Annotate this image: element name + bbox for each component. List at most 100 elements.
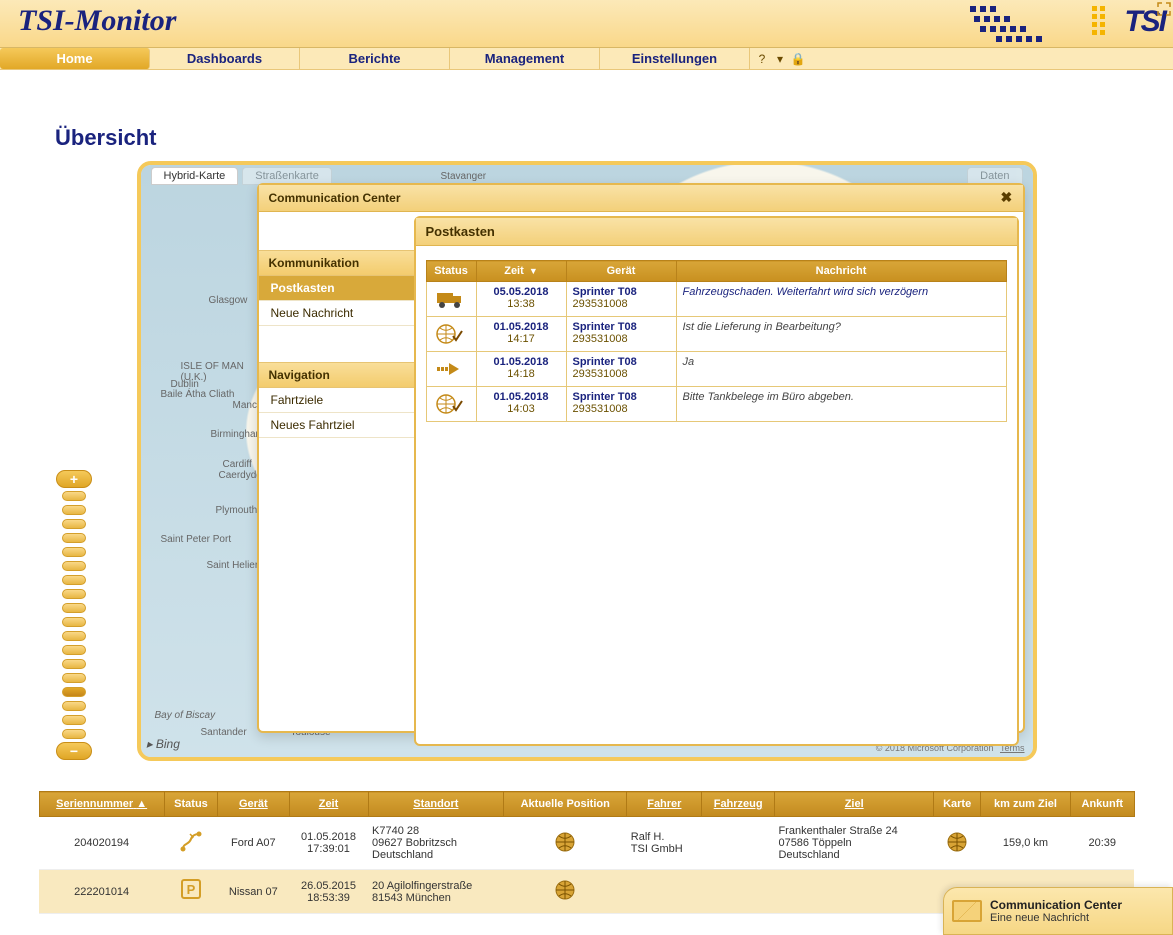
modal-title-bar[interactable]: Communication Center ✖ [259,185,1023,212]
arrow-down-icon[interactable]: ▾ [772,51,788,67]
col-nachricht[interactable]: Nachricht [676,261,1006,282]
zoom-out-button[interactable]: − [56,742,92,760]
cell-karte[interactable] [934,817,981,870]
zoom-tick[interactable] [62,589,86,599]
zoom-tick[interactable] [62,617,86,627]
msg-time: 01.05.201814:18 [476,352,566,387]
close-icon[interactable]: ✖ [1001,189,1017,205]
gcol-ankunft[interactable]: Ankunft [1071,792,1134,817]
cell-ankunft: 20:39 [1071,817,1134,870]
nav-management[interactable]: Management [450,48,600,69]
msg-text: Bitte Tankbelege im Büro abgeben. [676,387,1006,422]
cell-standort: K7740 2809627 BobritzschDeutschland [368,817,504,870]
zoom-tick[interactable] [62,673,86,683]
map-tab-hybrid[interactable]: Hybrid-Karte [151,167,239,185]
cell-serien: 204020194 [39,817,164,870]
zoom-tick[interactable] [62,491,86,501]
nav-einstellungen[interactable]: Einstellungen [600,48,750,69]
zoom-widget: + − [56,469,92,761]
zoom-tick[interactable] [62,715,86,725]
globe-check-icon [433,321,467,347]
nav-berichte[interactable]: Berichte [300,48,450,69]
gcol-karte[interactable]: Karte [934,792,981,817]
gcol-fahrzeug[interactable]: Fahrzeug [702,792,775,817]
message-table: Status Zeit ▼ Gerät Nachricht [426,260,1007,422]
notification-popup[interactable]: Communication Center Eine neue Nachricht [943,887,1173,935]
cell-zeit: 01.05.201817:39:01 [289,817,368,870]
gcol-geraet[interactable]: Gerät [218,792,289,817]
zoom-tick[interactable] [62,645,86,655]
cell-fahrzeug [702,870,775,914]
modal-side-menu: Kommunikation Postkasten Neue Nachricht … [259,212,414,750]
gcol-zeit[interactable]: Zeit [289,792,368,817]
map-frame[interactable]: Hybrid-Karte Straßenkarte Daten Stavange… [137,161,1037,761]
cell-position[interactable] [504,870,627,914]
menu-item-fahrtziele[interactable]: Fahrtziele [259,388,414,413]
communication-center-modal: Communication Center ✖ Kommunikation Pos… [257,183,1025,733]
gcol-fahrer[interactable]: Fahrer [627,792,702,817]
cell-position[interactable] [504,817,627,870]
zoom-tick[interactable] [62,659,86,669]
message-row[interactable]: 01.05.201814:18Sprinter T08293531008Ja [426,352,1006,387]
help-icon[interactable]: ? [754,51,770,67]
zoom-tick[interactable] [62,701,86,711]
gcol-ziel[interactable]: Ziel [774,792,933,817]
zoom-tick[interactable] [62,561,86,571]
msg-device-cell: Sprinter T08293531008 [566,387,676,422]
zoom-tick[interactable] [62,533,86,543]
cell-geraet: Nissan 07 [218,870,289,914]
svg-text:P: P [187,882,196,897]
menu-item-postkasten[interactable]: Postkasten [259,276,414,301]
header-logo: TSI [960,2,1165,42]
zoom-tick[interactable] [62,575,86,585]
message-row[interactable]: 01.05.201814:17Sprinter T08293531008Ist … [426,317,1006,352]
zoom-in-button[interactable]: + [56,470,92,488]
msg-text: Fahrzeugschaden. Weiterfahrt wird sich v… [676,282,1006,317]
nav-home[interactable]: Home [0,48,150,69]
nav-dashboards[interactable]: Dashboards [150,48,300,69]
sort-desc-icon: ▼ [529,266,538,276]
truck-icon [433,286,467,312]
gcol-pos[interactable]: Aktuelle Position [504,792,627,817]
cell-ziel: Frankenthaler Straße 2407586 TöppelnDeut… [774,817,933,870]
zoom-tick[interactable] [62,505,86,515]
col-status[interactable]: Status [426,261,476,282]
msg-time: 05.05.201813:38 [476,282,566,317]
msg-device-cell: Sprinter T08293531008 [566,282,676,317]
col-zeit[interactable]: Zeit ▼ [476,261,566,282]
menu-item-neues-fahrtziel[interactable]: Neues Fahrtziel [259,413,414,438]
map-place: Birmingham [211,429,264,440]
globe-icon [946,844,968,856]
lock-icon[interactable]: 🔒 [790,51,806,67]
expand-icon[interactable] [1157,2,1171,16]
zoom-tick[interactable] [62,631,86,641]
menu-group-kommunikation[interactable]: Kommunikation [259,250,414,276]
zoom-tick[interactable] [62,729,86,739]
gcol-standort[interactable]: Standort [368,792,504,817]
gcol-km[interactable]: km zum Ziel [980,792,1070,817]
col-geraet[interactable]: Gerät [566,261,676,282]
msg-text: Ja [676,352,1006,387]
zoom-level-current[interactable] [62,687,86,697]
map-place: ISLE OF MAN (U.K.) [181,361,244,383]
menu-group-navigation[interactable]: Navigation [259,362,414,388]
header: TSI-Monitor TSI [0,0,1173,48]
globe-check-icon [433,391,467,417]
msg-time: 01.05.201814:17 [476,317,566,352]
modal-title-text: Communication Center [269,191,401,205]
postkasten-panel: Postkasten Status Zeit ▼ [414,216,1019,746]
gcol-serien[interactable]: Seriennummer ▲ [39,792,164,817]
zoom-tick[interactable] [62,603,86,613]
gcol-status[interactable]: Status [164,792,217,817]
main-nav: Home Dashboards Berichte Management Eins… [0,48,1173,70]
zoom-tick[interactable] [62,519,86,529]
zoom-tick[interactable] [62,547,86,557]
grid-row[interactable]: 204020194Ford A0701.05.201817:39:01K7740… [39,817,1134,870]
cell-fahrzeug [702,817,775,870]
message-row[interactable]: 05.05.201813:38Sprinter T08293531008Fahr… [426,282,1006,317]
cell-zeit: 26.05.201518:53:39 [289,870,368,914]
route-icon [179,837,203,857]
menu-item-neue-nachricht[interactable]: Neue Nachricht [259,301,414,326]
msg-device-cell: Sprinter T08293531008 [566,317,676,352]
message-row[interactable]: 01.05.201814:03Sprinter T08293531008Bitt… [426,387,1006,422]
